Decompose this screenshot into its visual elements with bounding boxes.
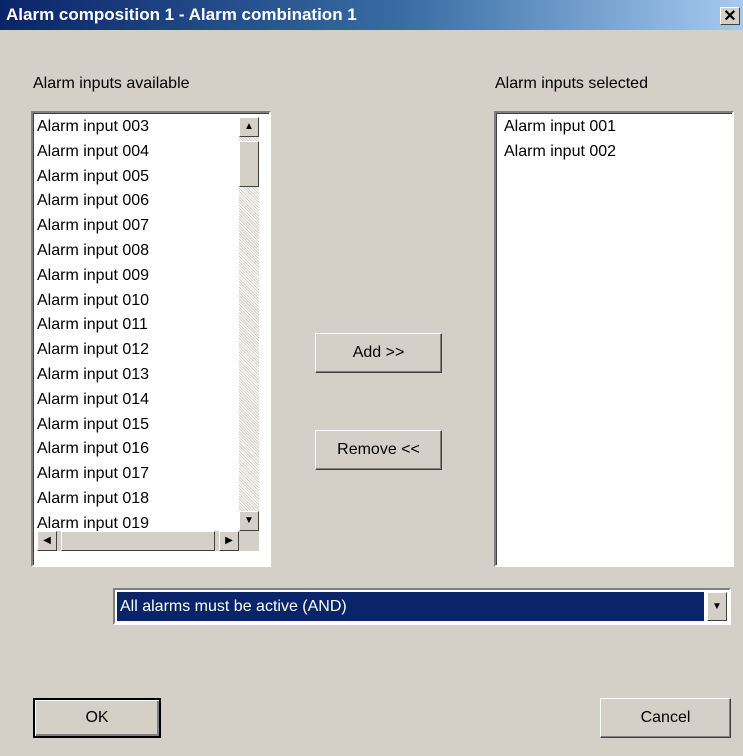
list-item[interactable]: Alarm input 008 (37, 239, 149, 264)
add-button[interactable]: Add >> (315, 333, 442, 373)
dropdown-button[interactable]: ▼ (707, 592, 727, 621)
selected-listbox[interactable]: Alarm input 001 Alarm input 002 (494, 111, 734, 567)
list-item[interactable]: Alarm input 004 (37, 140, 149, 165)
list-item[interactable]: Alarm input 011 (37, 313, 149, 338)
list-item[interactable]: Alarm input 003 (37, 115, 149, 140)
scroll-down-button[interactable]: ▼ (239, 511, 259, 531)
list-item[interactable]: Alarm input 018 (37, 487, 149, 512)
available-listbox[interactable]: Alarm input 003 Alarm input 004 Alarm inpu… (31, 111, 271, 567)
arrow-left-icon: ◀ (43, 535, 51, 546)
alarm-combination-dialog: Alarm composition 1 - Alarm combination … (0, 0, 743, 756)
selected-list: Alarm input 001 Alarm input 002 (504, 115, 616, 165)
close-button[interactable]: ✕ (720, 7, 740, 25)
scroll-up-button[interactable]: ▲ (239, 117, 259, 137)
combination-mode-select[interactable]: All alarms must be active (AND) ▼ (113, 588, 731, 625)
close-icon: ✕ (723, 8, 737, 25)
list-item[interactable]: Alarm input 013 (37, 363, 149, 388)
arrow-down-icon: ▼ (244, 515, 254, 526)
list-item[interactable]: Alarm input 007 (37, 214, 149, 239)
arrow-up-icon: ▲ (244, 121, 254, 132)
list-item[interactable]: Alarm input 009 (37, 264, 149, 289)
ok-button[interactable]: OK (33, 698, 161, 738)
window-title: Alarm composition 1 - Alarm combination … (6, 5, 357, 24)
available-vertical-scrollbar[interactable]: ▲ ▼ (239, 117, 259, 531)
title-bar[interactable]: Alarm composition 1 - Alarm combination … (0, 0, 743, 30)
list-item[interactable]: Alarm input 015 (37, 413, 149, 438)
list-item[interactable]: Alarm input 005 (37, 165, 149, 190)
list-item[interactable]: Alarm input 006 (37, 189, 149, 214)
list-item[interactable]: Alarm input 017 (37, 462, 149, 487)
list-item[interactable]: Alarm input 014 (37, 388, 149, 413)
chevron-down-icon: ▼ (712, 601, 722, 612)
vertical-scroll-thumb[interactable] (239, 141, 259, 187)
list-item[interactable]: Alarm input 010 (37, 289, 149, 314)
list-item[interactable]: Alarm input 012 (37, 338, 149, 363)
available-label: Alarm inputs available (33, 75, 190, 92)
available-list: Alarm input 003 Alarm input 004 Alarm inpu… (37, 115, 149, 537)
horizontal-scroll-thumb[interactable] (61, 531, 215, 551)
selected-label: Alarm inputs selected (495, 75, 648, 92)
list-item[interactable]: Alarm input 016 (37, 437, 149, 462)
available-horizontal-scrollbar[interactable]: ◀ ▶ (37, 531, 239, 551)
scroll-right-button[interactable]: ▶ (219, 531, 239, 551)
remove-button[interactable]: Remove << (315, 430, 442, 470)
scroll-left-button[interactable]: ◀ (37, 531, 57, 551)
scrollbar-corner (239, 531, 259, 551)
list-item[interactable]: Alarm input 002 (504, 140, 616, 165)
arrow-right-icon: ▶ (225, 535, 233, 546)
cancel-button[interactable]: Cancel (600, 698, 731, 738)
combination-mode-value: All alarms must be active (AND) (117, 592, 704, 621)
list-item[interactable]: Alarm input 001 (504, 115, 616, 140)
